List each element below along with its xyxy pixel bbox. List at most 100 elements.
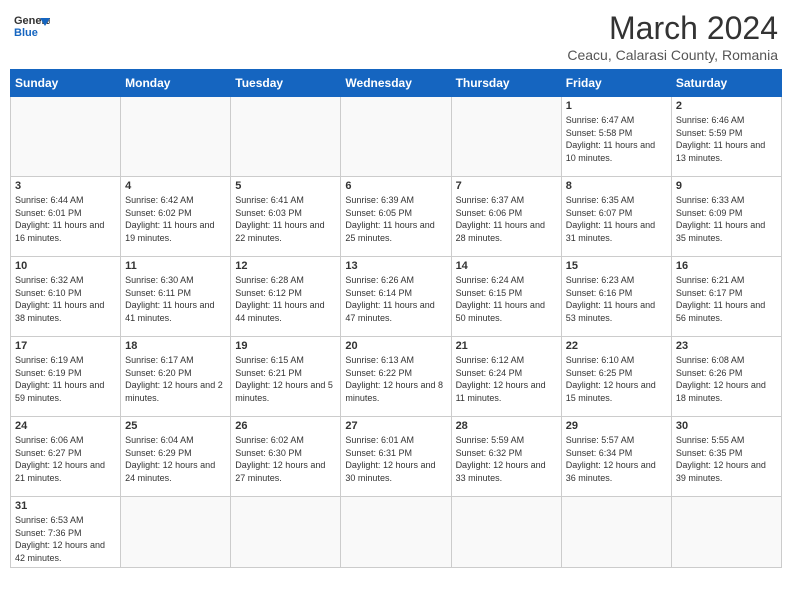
day-info: Sunrise: 6:10 AM Sunset: 6:25 PM Dayligh… <box>566 354 667 404</box>
table-row: 2 Sunrise: 6:46 AM Sunset: 5:59 PM Daylig… <box>671 97 781 177</box>
day-number: 7 <box>456 180 557 192</box>
day-info: Sunrise: 6:04 AM Sunset: 6:29 PM Dayligh… <box>125 434 226 484</box>
day-info: Sunrise: 6:32 AM Sunset: 6:10 PM Dayligh… <box>15 274 116 324</box>
logo: General Blue <box>14 10 50 40</box>
table-row: 10 Sunrise: 6:32 AM Sunset: 6:10 PM Dayli… <box>11 257 121 337</box>
day-info: Sunrise: 5:59 AM Sunset: 6:32 PM Dayligh… <box>456 434 557 484</box>
calendar-subtitle: Ceacu, Calarasi County, Romania <box>567 47 778 63</box>
header-saturday: Saturday <box>671 70 781 97</box>
weekday-header-row: Sunday Monday Tuesday Wednesday Thursday… <box>11 70 782 97</box>
day-info: Sunrise: 6:46 AM Sunset: 5:59 PM Dayligh… <box>676 114 777 164</box>
day-number: 20 <box>345 340 446 352</box>
day-number: 26 <box>235 420 336 432</box>
table-row: 20 Sunrise: 6:13 AM Sunset: 6:22 PM Dayli… <box>341 337 451 417</box>
generalblue-logo-icon: General Blue <box>14 10 50 40</box>
table-row: 4 Sunrise: 6:42 AM Sunset: 6:02 PM Daylig… <box>121 177 231 257</box>
table-row: 8 Sunrise: 6:35 AM Sunset: 6:07 PM Daylig… <box>561 177 671 257</box>
day-info: Sunrise: 6:23 AM Sunset: 6:16 PM Dayligh… <box>566 274 667 324</box>
day-info: Sunrise: 6:53 AM Sunset: 7:36 PM Dayligh… <box>15 514 116 564</box>
day-number: 27 <box>345 420 446 432</box>
table-row <box>561 497 671 568</box>
calendar-week-row: 17 Sunrise: 6:19 AM Sunset: 6:19 PM Dayli… <box>11 337 782 417</box>
day-number: 16 <box>676 260 777 272</box>
table-row: 5Sunrise: 6:41 AM Sunset: 6:03 PM Daylig… <box>231 177 341 257</box>
day-info: Sunrise: 6:02 AM Sunset: 6:30 PM Dayligh… <box>235 434 336 484</box>
table-row <box>341 497 451 568</box>
day-number: 19 <box>235 340 336 352</box>
day-info: Sunrise: 6:42 AM Sunset: 6:02 PM Dayligh… <box>125 194 226 244</box>
day-number: 17 <box>15 340 116 352</box>
table-row <box>11 97 121 177</box>
table-row: 18 Sunrise: 6:17 AM Sunset: 6:20 PM Dayli… <box>121 337 231 417</box>
day-number: 15 <box>566 260 667 272</box>
day-number: 2 <box>676 100 777 112</box>
table-row: 22 Sunrise: 6:10 AM Sunset: 6:25 PM Dayli… <box>561 337 671 417</box>
header-thursday: Thursday <box>451 70 561 97</box>
table-row <box>451 97 561 177</box>
table-row: 28Sunrise: 5:59 AM Sunset: 6:32 PM Dayli… <box>451 417 561 497</box>
day-info: Sunrise: 6:24 AM Sunset: 6:15 PM Dayligh… <box>456 274 557 324</box>
table-row <box>231 97 341 177</box>
table-row: 27 Sunrise: 6:01 AM Sunset: 6:31 PM Dayli… <box>341 417 451 497</box>
day-info: Sunrise: 6:44 AM Sunset: 6:01 PM Dayligh… <box>15 194 116 244</box>
day-info: Sunrise: 6:21 AM Sunset: 6:17 PM Dayligh… <box>676 274 777 324</box>
day-info: Sunrise: 6:01 AM Sunset: 6:31 PM Dayligh… <box>345 434 446 484</box>
day-info: Sunrise: 6:30 AM Sunset: 6:11 PM Dayligh… <box>125 274 226 324</box>
day-number: 9 <box>676 180 777 192</box>
header-wednesday: Wednesday <box>341 70 451 97</box>
table-row <box>231 497 341 568</box>
table-row: 13Sunrise: 6:26 AM Sunset: 6:14 PM Dayli… <box>341 257 451 337</box>
day-number: 24 <box>15 420 116 432</box>
table-row: 6Sunrise: 6:39 AM Sunset: 6:05 PM Daylig… <box>341 177 451 257</box>
day-number: 22 <box>566 340 667 352</box>
table-row: 7 Sunrise: 6:37 AM Sunset: 6:06 PM Daylig… <box>451 177 561 257</box>
day-info: Sunrise: 6:28 AM Sunset: 6:12 PM Dayligh… <box>235 274 336 324</box>
calendar-week-row: 31 Sunrise: 6:53 AM Sunset: 7:36 PM Dayli… <box>11 497 782 568</box>
day-number: 23 <box>676 340 777 352</box>
calendar-week-row: 3 Sunrise: 6:44 AM Sunset: 6:01 PM Daylig… <box>11 177 782 257</box>
table-row: 19 Sunrise: 6:15 AM Sunset: 6:21 PM Dayli… <box>231 337 341 417</box>
table-row: 14 Sunrise: 6:24 AM Sunset: 6:15 PM Dayli… <box>451 257 561 337</box>
table-row: 17 Sunrise: 6:19 AM Sunset: 6:19 PM Dayli… <box>11 337 121 417</box>
table-row: 21 Sunrise: 6:12 AM Sunset: 6:24 PM Dayli… <box>451 337 561 417</box>
day-info: Sunrise: 6:13 AM Sunset: 6:22 PM Dayligh… <box>345 354 446 404</box>
day-number: 18 <box>125 340 226 352</box>
day-number: 29 <box>566 420 667 432</box>
table-row: 9 Sunrise: 6:33 AM Sunset: 6:09 PM Daylig… <box>671 177 781 257</box>
table-row: 29Sunrise: 5:57 AM Sunset: 6:34 PM Dayli… <box>561 417 671 497</box>
day-info: Sunrise: 6:06 AM Sunset: 6:27 PM Dayligh… <box>15 434 116 484</box>
calendar-week-row: 24 Sunrise: 6:06 AM Sunset: 6:27 PM Dayli… <box>11 417 782 497</box>
day-info: Sunrise: 6:39 AM Sunset: 6:05 PM Dayligh… <box>345 194 446 244</box>
day-info: Sunrise: 6:17 AM Sunset: 6:20 PM Dayligh… <box>125 354 226 404</box>
day-info: Sunrise: 5:55 AM Sunset: 6:35 PM Dayligh… <box>676 434 777 484</box>
day-info: Sunrise: 6:12 AM Sunset: 6:24 PM Dayligh… <box>456 354 557 404</box>
day-number: 10 <box>15 260 116 272</box>
day-info: Sunrise: 6:37 AM Sunset: 6:06 PM Dayligh… <box>456 194 557 244</box>
table-row: 15 Sunrise: 6:23 AM Sunset: 6:16 PM Dayli… <box>561 257 671 337</box>
calendar-title: March 2024 <box>567 10 778 47</box>
day-number: 21 <box>456 340 557 352</box>
day-number: 25 <box>125 420 226 432</box>
table-row: 16 Sunrise: 6:21 AM Sunset: 6:17 PM Dayli… <box>671 257 781 337</box>
day-info: Sunrise: 6:15 AM Sunset: 6:21 PM Dayligh… <box>235 354 336 404</box>
day-number: 3 <box>15 180 116 192</box>
header-tuesday: Tuesday <box>231 70 341 97</box>
day-number: 4 <box>125 180 226 192</box>
table-row <box>341 97 451 177</box>
day-info: Sunrise: 6:35 AM Sunset: 6:07 PM Dayligh… <box>566 194 667 244</box>
day-info: Sunrise: 6:19 AM Sunset: 6:19 PM Dayligh… <box>15 354 116 404</box>
table-row: 30Sunrise: 5:55 AM Sunset: 6:35 PM Dayli… <box>671 417 781 497</box>
day-number: 12 <box>235 260 336 272</box>
table-row <box>451 497 561 568</box>
day-number: 8 <box>566 180 667 192</box>
day-number: 1 <box>566 100 667 112</box>
title-area: March 2024 Ceacu, Calarasi County, Roman… <box>567 10 778 63</box>
header: General Blue March 2024 Ceacu, Calarasi … <box>10 10 782 63</box>
day-number: 5 <box>235 180 336 192</box>
day-number: 14 <box>456 260 557 272</box>
table-row: 24 Sunrise: 6:06 AM Sunset: 6:27 PM Dayli… <box>11 417 121 497</box>
day-number: 31 <box>15 500 116 512</box>
table-row: 1Sunrise: 6:47 AM Sunset: 5:58 PM Daylig… <box>561 97 671 177</box>
day-number: 13 <box>345 260 446 272</box>
day-info: Sunrise: 6:33 AM Sunset: 6:09 PM Dayligh… <box>676 194 777 244</box>
